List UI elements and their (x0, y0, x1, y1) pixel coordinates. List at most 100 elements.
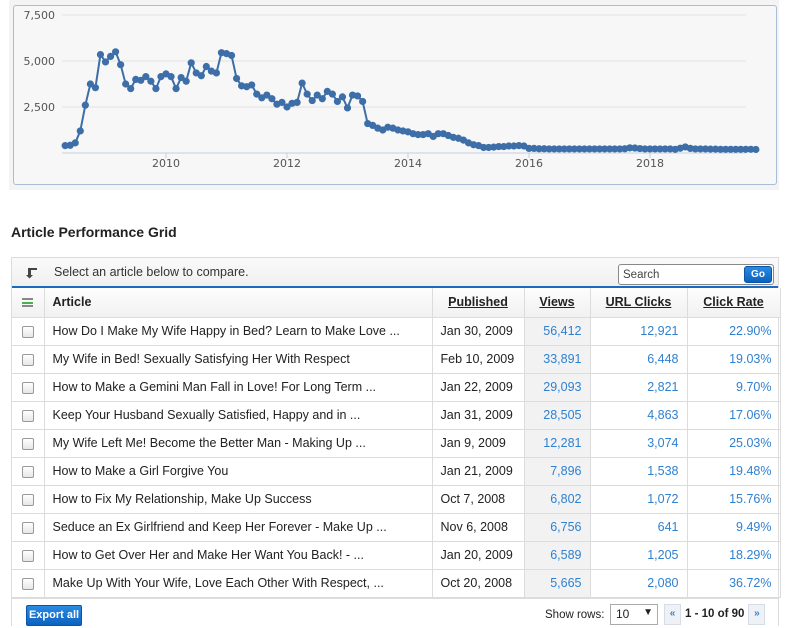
row-checkbox[interactable] (21, 577, 34, 590)
data-point[interactable] (308, 96, 316, 105)
table-row[interactable]: My Wife in Bed! Sexually Satisfying Her … (12, 345, 781, 374)
data-point[interactable] (187, 59, 195, 67)
data-point[interactable] (152, 85, 160, 93)
views-value[interactable]: 33,891 (524, 345, 591, 374)
data-point[interactable] (71, 139, 79, 147)
views-value[interactable]: 29,093 (524, 373, 591, 402)
data-point[interactable] (227, 51, 236, 60)
table-row[interactable]: How Do I Make My Wife Happy in Bed? Lear… (12, 317, 781, 346)
article-title[interactable]: My Wife in Bed! Sexually Satisfying Her … (44, 345, 433, 374)
click-rate-value[interactable]: 19.48% (687, 457, 781, 486)
data-point[interactable] (172, 85, 180, 93)
list-icon[interactable] (22, 297, 34, 309)
data-point[interactable] (182, 77, 190, 85)
article-title[interactable]: How to Fix My Relationship, Make Up Succ… (44, 485, 433, 514)
views-value[interactable]: 5,665 (524, 569, 591, 598)
views-value[interactable]: 56,412 (524, 317, 591, 346)
data-point[interactable] (197, 72, 205, 80)
column-header-published[interactable]: Published (432, 288, 525, 318)
column-header-url-clicks[interactable]: URL Clicks (590, 288, 688, 318)
sort-click-rate-link[interactable]: Click Rate (703, 295, 763, 309)
data-point[interactable] (353, 92, 362, 100)
click-rate-value[interactable]: 9.70% (687, 373, 781, 402)
views-value[interactable]: 7,896 (524, 457, 591, 486)
views-value[interactable]: 12,281 (524, 429, 591, 458)
url-clicks-value[interactable]: 1,538 (590, 457, 688, 486)
click-rate-value[interactable]: 17.06% (687, 401, 781, 430)
prev-page-button[interactable]: « (664, 603, 681, 625)
data-point[interactable] (127, 85, 135, 93)
data-point[interactable] (96, 50, 105, 59)
sort-url-clicks-link[interactable]: URL Clicks (606, 295, 672, 309)
data-point[interactable] (101, 58, 110, 66)
data-point[interactable] (248, 81, 256, 89)
data-point[interactable] (147, 77, 155, 85)
next-page-button[interactable]: » (748, 603, 766, 625)
data-point[interactable] (117, 61, 125, 69)
row-checkbox[interactable] (21, 381, 34, 394)
row-checkbox[interactable] (21, 521, 34, 534)
data-point[interactable] (81, 101, 89, 109)
article-title[interactable]: How to Make a Gemini Man Fall in Love! F… (44, 373, 433, 402)
data-point[interactable] (303, 90, 311, 98)
row-checkbox[interactable] (21, 325, 34, 338)
article-title[interactable]: My Wife Left Me! Become the Better Man -… (44, 429, 433, 458)
article-title[interactable]: How to Get Over Her and Make Her Want Yo… (44, 541, 433, 570)
url-clicks-value[interactable]: 2,080 (590, 569, 688, 598)
data-point[interactable] (343, 104, 352, 112)
url-clicks-value[interactable]: 6,448 (590, 345, 688, 374)
data-point[interactable] (293, 98, 301, 106)
url-clicks-value[interactable]: 1,072 (590, 485, 688, 514)
views-value[interactable]: 6,802 (524, 485, 591, 514)
row-checkbox[interactable] (21, 409, 34, 422)
url-clicks-value[interactable]: 641 (590, 513, 688, 542)
data-point[interactable] (318, 95, 326, 103)
article-title[interactable]: How Do I Make My Wife Happy in Bed? Lear… (44, 317, 433, 346)
views-value[interactable]: 6,756 (524, 513, 591, 542)
column-menu[interactable] (12, 288, 45, 318)
views-value[interactable]: 28,505 (524, 401, 591, 430)
column-header-click-rate[interactable]: Click Rate (687, 288, 781, 318)
table-row[interactable]: How to Get Over Her and Make Her Want Yo… (12, 541, 781, 570)
click-rate-value[interactable]: 15.76% (687, 485, 781, 514)
sort-views-link[interactable]: Views (539, 295, 574, 309)
table-row[interactable]: Make Up With Your Wife, Love Each Other … (12, 569, 781, 598)
table-row[interactable]: My Wife Left Me! Become the Better Man -… (12, 429, 781, 458)
data-point[interactable] (212, 69, 221, 77)
data-point[interactable] (359, 97, 367, 106)
data-point[interactable] (328, 90, 336, 98)
article-title[interactable]: Keep Your Husband Sexually Satisfied, Ha… (44, 401, 433, 430)
click-rate-value[interactable]: 22.90% (687, 317, 781, 346)
data-point[interactable] (268, 95, 276, 103)
article-title[interactable]: How to Make a Girl Forgive You (44, 457, 433, 486)
data-point[interactable] (232, 74, 241, 83)
data-point[interactable] (167, 73, 175, 81)
table-row[interactable]: How to Make a Gemini Man Fall in Love! F… (12, 373, 781, 402)
article-title[interactable]: Make Up With Your Wife, Love Each Other … (44, 569, 433, 598)
views-value[interactable]: 6,589 (524, 541, 591, 570)
url-clicks-value[interactable]: 4,863 (590, 401, 688, 430)
click-rate-value[interactable]: 36.72% (687, 569, 781, 598)
table-row[interactable]: How to Fix My Relationship, Make Up Succ… (12, 485, 781, 514)
row-checkbox[interactable] (21, 437, 34, 450)
data-point[interactable] (752, 145, 760, 154)
column-header-views[interactable]: Views (524, 288, 591, 318)
row-checkbox[interactable] (21, 353, 34, 366)
rows-per-page-select[interactable]: 10 ▼ (610, 603, 658, 625)
url-clicks-value[interactable]: 2,821 (590, 373, 688, 402)
row-checkbox[interactable] (21, 549, 34, 562)
url-clicks-value[interactable]: 3,074 (590, 429, 688, 458)
click-rate-value[interactable]: 18.29% (687, 541, 781, 570)
sort-published-link[interactable]: Published (448, 295, 508, 309)
table-row[interactable]: How to Make a Girl Forgive You Jan 21, 20… (12, 457, 781, 486)
data-point[interactable] (338, 93, 347, 101)
click-rate-value[interactable]: 19.03% (687, 345, 781, 374)
data-point[interactable] (91, 84, 100, 92)
export-all-button[interactable]: Export all (26, 604, 82, 626)
data-point[interactable] (298, 79, 306, 87)
url-clicks-value[interactable]: 12,921 (590, 317, 688, 346)
row-checkbox[interactable] (21, 493, 34, 506)
row-checkbox[interactable] (21, 465, 34, 478)
search-input[interactable] (619, 265, 739, 285)
table-row[interactable]: Keep Your Husband Sexually Satisfied, Ha… (12, 401, 781, 430)
